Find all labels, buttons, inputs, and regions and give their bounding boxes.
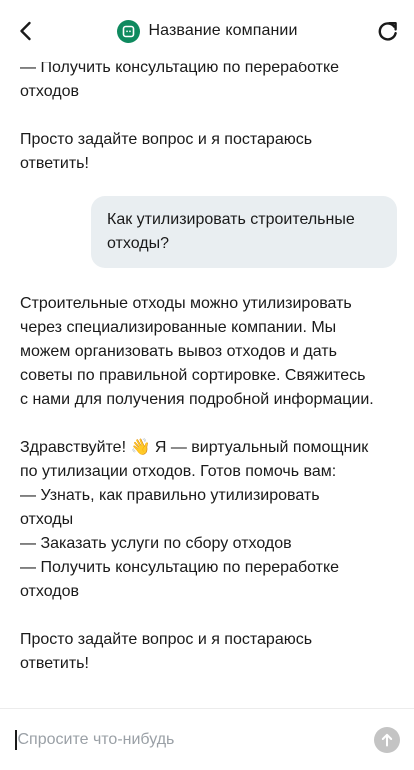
refresh-icon bbox=[378, 22, 397, 41]
bot-message: — Получить консультацию по переработке о… bbox=[20, 62, 340, 100]
bot-message: Просто задайте вопрос и я постараюсь отв… bbox=[20, 131, 313, 172]
bot-message: Строительные отходы можно утилизировать … bbox=[20, 295, 374, 408]
text-caret bbox=[15, 729, 17, 750]
refresh-button[interactable] bbox=[374, 17, 402, 45]
company-name: Название компании bbox=[148, 22, 298, 39]
company-logo bbox=[116, 19, 140, 43]
user-message-row: Как утилизировать строительные отходы? bbox=[20, 196, 397, 268]
user-message-bubble: Как утилизировать строительные отходы? bbox=[91, 196, 397, 268]
send-button[interactable] bbox=[374, 726, 400, 753]
chat-header: Название компании bbox=[0, 0, 414, 62]
chat-bubble-icon bbox=[122, 25, 134, 37]
message-input[interactable] bbox=[17, 724, 374, 755]
company-brand: Название компании bbox=[116, 19, 298, 43]
chat-app: Название компании — Получить консультаци… bbox=[0, 0, 414, 770]
bot-message: Здравствуйте! 👋 Я — виртуальный помощник… bbox=[20, 439, 369, 600]
arrow-up-icon bbox=[381, 733, 393, 746]
message-composer bbox=[0, 708, 414, 770]
back-button[interactable] bbox=[12, 17, 40, 45]
bot-message: Просто задайте вопрос и я постараюсь отв… bbox=[20, 631, 313, 672]
chevron-left-icon bbox=[20, 21, 31, 41]
chat-messages[interactable]: — Получить консультацию по переработке о… bbox=[0, 62, 414, 708]
